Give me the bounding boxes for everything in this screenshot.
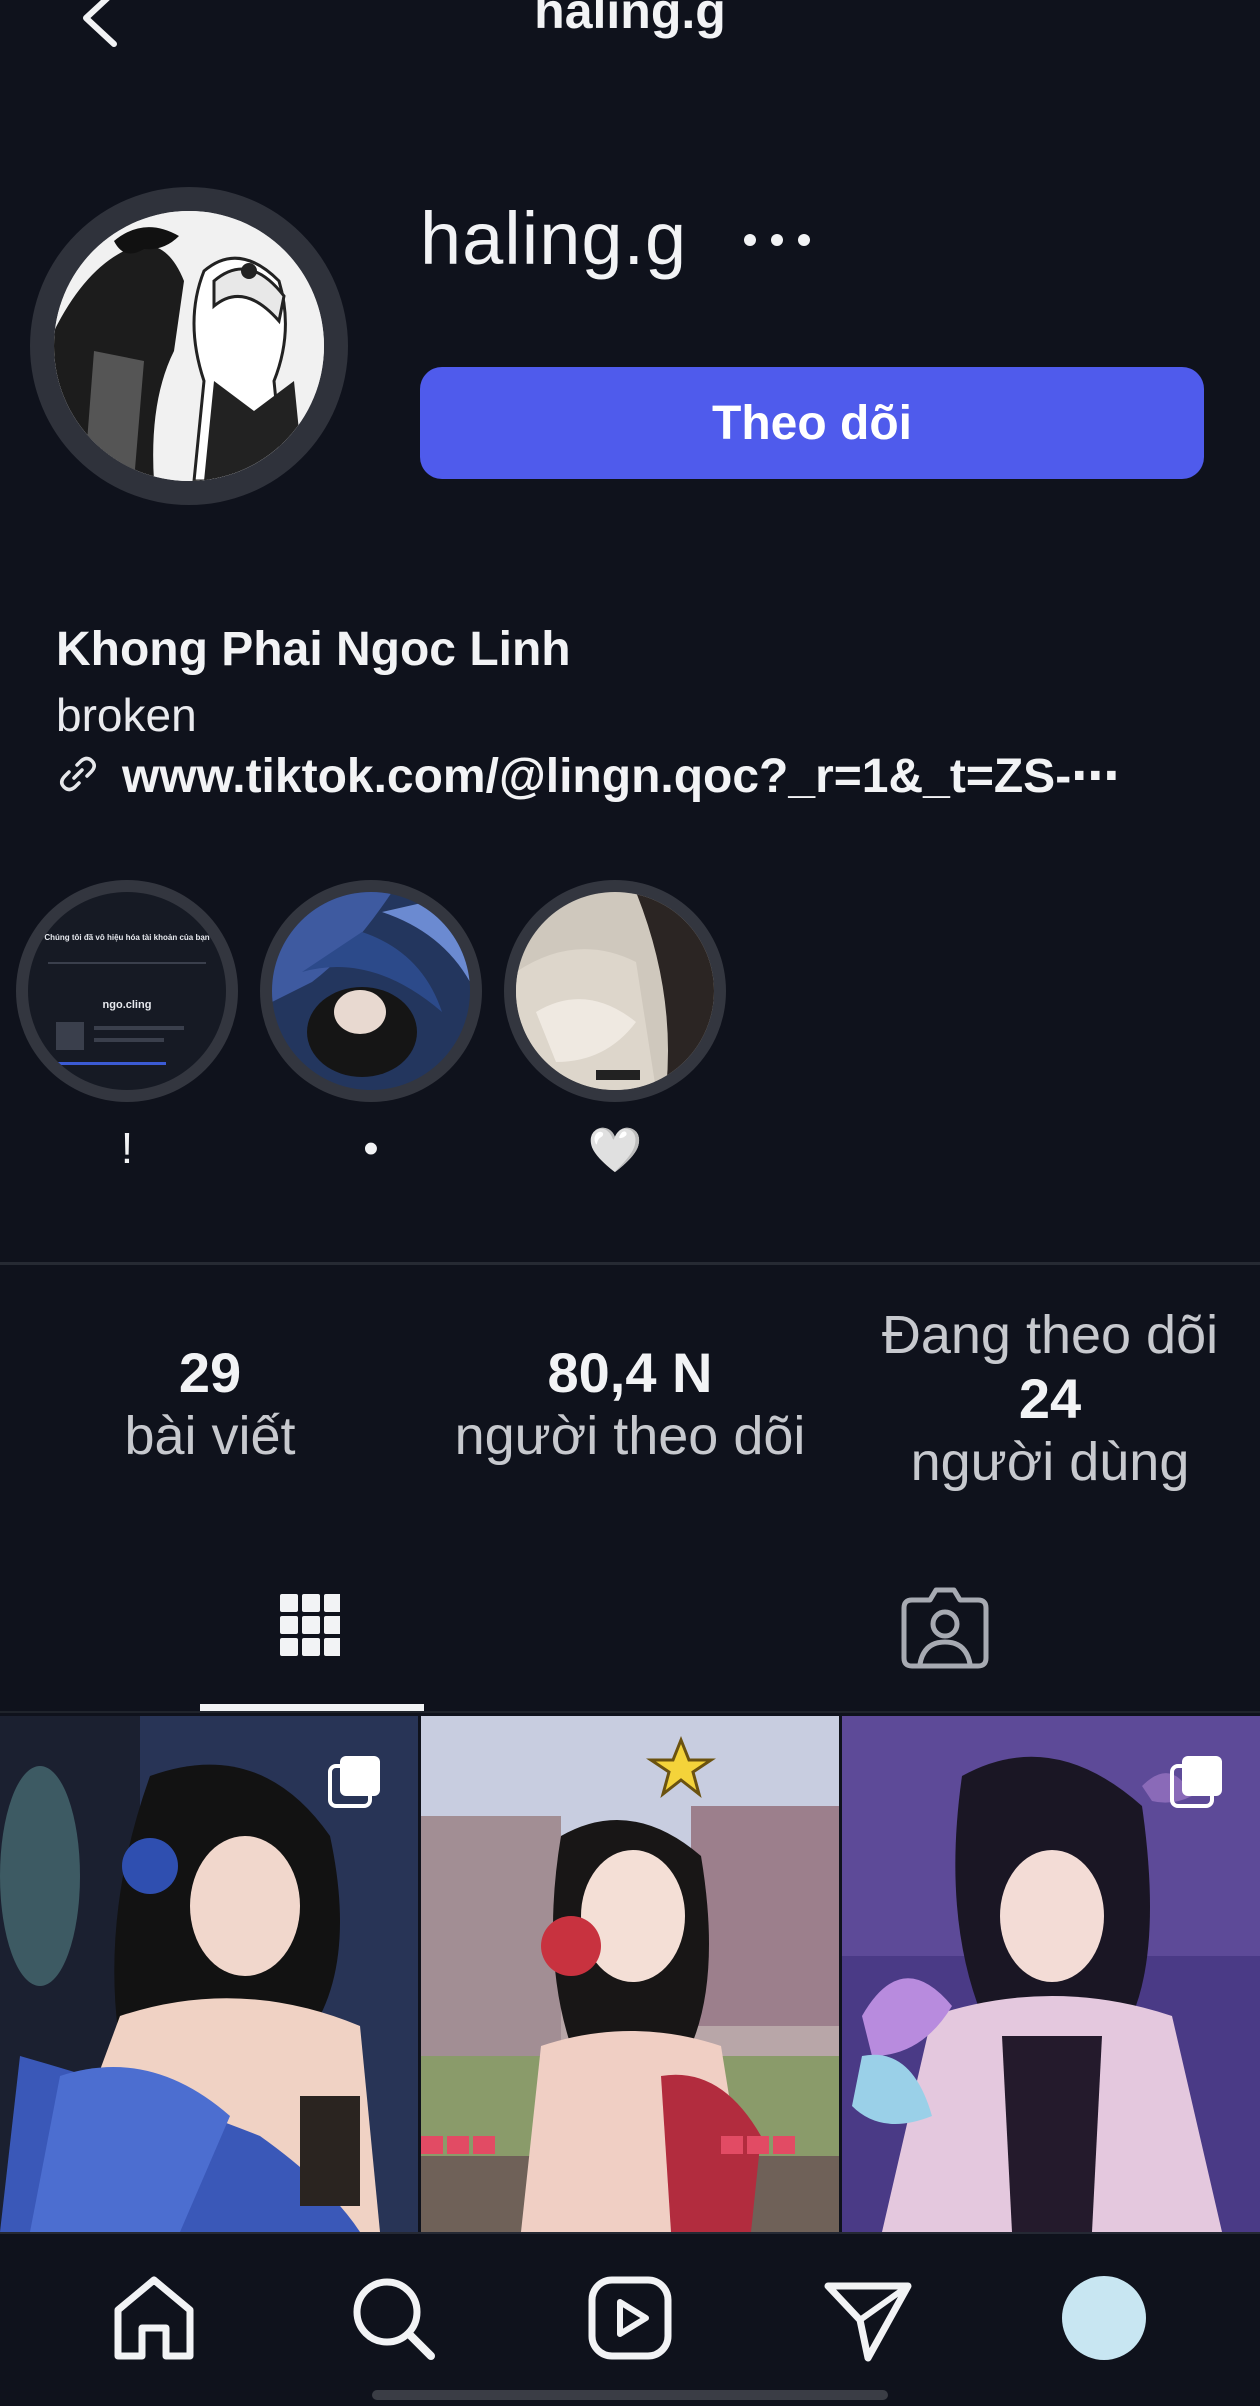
search-icon [353, 2278, 435, 2360]
link-icon [56, 752, 100, 796]
multi-post-icon [1170, 1756, 1222, 1808]
tabs-separator [0, 1711, 1260, 1713]
nav-search[interactable] [345, 2270, 441, 2366]
following-count-title: Đang theo dõi [881, 1305, 1219, 1365]
posts-count-label: bài viết [124, 1406, 296, 1466]
highlight-2-label: • [363, 1124, 379, 1173]
post-1[interactable] [0, 1716, 418, 2232]
posts-grid-tab[interactable] [200, 1586, 342, 1696]
highlight-1-preview-title: Chúng tôi đã vô hiệu hóa tài khoản của b… [44, 933, 209, 942]
highlight-2-cover [272, 892, 470, 1090]
home-icon [114, 2276, 194, 2360]
follow-button[interactable]: Theo dõi [420, 367, 1204, 479]
home-indicator [372, 2390, 888, 2400]
post-2[interactable] [421, 1716, 839, 2232]
following-count[interactable]: Đang theo dõi 24 người dùng [840, 1304, 1260, 1493]
active-tab-indicator [200, 1704, 424, 1711]
profile-username: haling.g [420, 197, 688, 280]
header-title: haling.g [534, 0, 726, 39]
highlight-1-cover: Chúng tôi đã vô hiệu hóa tài khoản của b… [28, 892, 226, 1090]
section-divider [0, 1262, 1260, 1265]
more-horizontal-icon [744, 234, 810, 246]
nav-profile-avatar[interactable] [1062, 2276, 1146, 2360]
highlight-3[interactable]: 🤍 [500, 880, 730, 1184]
multi-post-icon [328, 1756, 380, 1808]
more-options-button[interactable] [740, 206, 820, 276]
tagged-person-icon [901, 1587, 989, 1669]
avatar[interactable] [54, 211, 324, 481]
highlight-1[interactable]: Chúng tôi đã vô hiệu hóa tài khoản của b… [12, 880, 242, 1184]
nav-messages[interactable] [820, 2270, 916, 2366]
highlight-1-preview-handle: ngo.cling [103, 999, 152, 1011]
following-count-number: 24 [1018, 1367, 1082, 1430]
highlight-3-label: 🤍 [587, 1126, 643, 1175]
send-icon [824, 2282, 912, 2362]
followers-count[interactable]: 80,4 N người theo dõi [420, 1340, 840, 1467]
followers-count-number: 80,4 N [547, 1341, 713, 1404]
posts-count-number: 29 [178, 1341, 242, 1404]
bio-text: broken [56, 689, 197, 741]
highlight-3-cover [516, 892, 714, 1090]
reels-icon [588, 2276, 672, 2360]
grid-icon [280, 1594, 342, 1656]
bio-link[interactable]: www.tiktok.com/@lingn.qoc?_r=1&_t=ZS-⋯ [122, 748, 1119, 804]
nav-home[interactable] [106, 2270, 202, 2366]
highlight-2[interactable]: • [256, 880, 486, 1184]
highlight-1-label: ! [120, 1124, 134, 1173]
post-3[interactable] [842, 1716, 1260, 2232]
posts-count[interactable]: 29 bài viết [80, 1340, 340, 1467]
followers-count-label: người theo dõi [454, 1406, 806, 1466]
tagged-tab[interactable] [880, 1586, 1020, 1696]
following-count-label: người dùng [910, 1432, 1190, 1492]
nav-reels[interactable] [582, 2270, 678, 2366]
full-name: Khong Phai Ngoc Linh [56, 623, 571, 676]
